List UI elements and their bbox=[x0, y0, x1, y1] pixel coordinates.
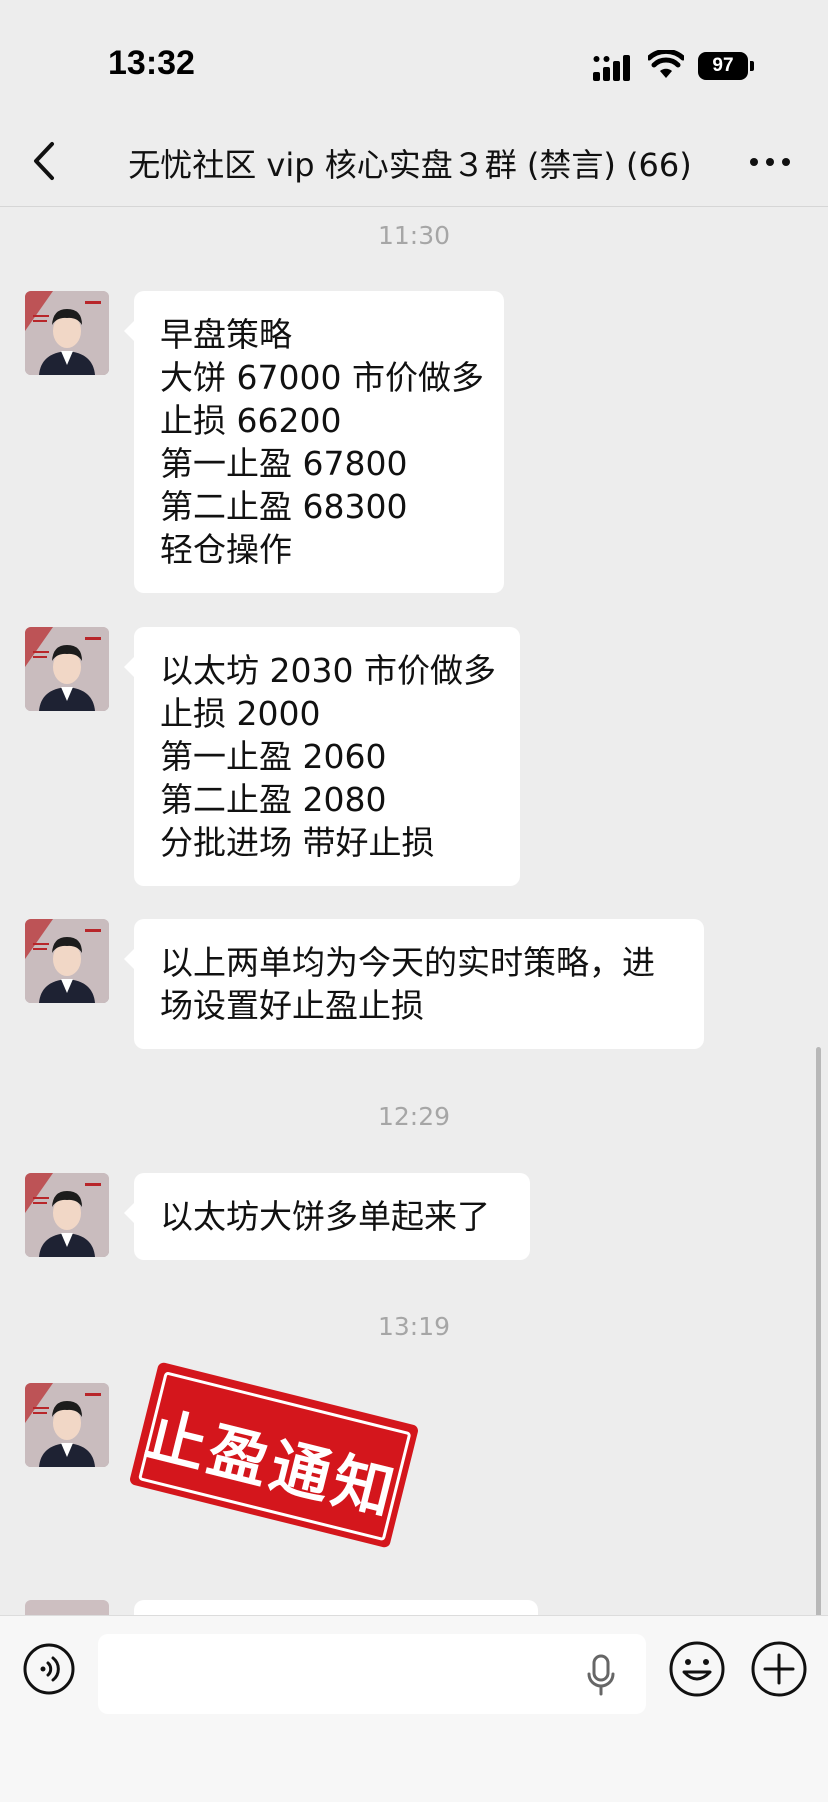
message-line: 第二止盈 68300 bbox=[160, 487, 408, 526]
avatar[interactable] bbox=[25, 1383, 109, 1467]
chat-title: 无忧社区 vip 核心实盘３群 (禁言) (66) bbox=[128, 146, 692, 184]
message-line: 以上两单均为今天的实时策略，进 bbox=[160, 943, 655, 982]
avatar-portrait-icon bbox=[25, 919, 109, 1003]
avatar-portrait-icon bbox=[25, 291, 109, 375]
avatar-portrait-icon bbox=[25, 1173, 109, 1257]
battery-indicator: 97 bbox=[698, 52, 754, 80]
message-line: 第一止盈 2060 bbox=[160, 737, 387, 776]
message-bubble[interactable]: 早盘策略 大饼 67000 市价做多 止损 66200 第一止盈 67800 第… bbox=[124, 291, 504, 593]
message-line: 止损 66200 bbox=[160, 401, 342, 440]
message-line: 第二止盈 2080 bbox=[160, 780, 387, 819]
timestamp: 12:29 bbox=[377, 1102, 451, 1131]
message-input[interactable] bbox=[98, 1634, 646, 1714]
message-line: 第一止盈 67800 bbox=[160, 444, 408, 483]
timestamp: 11:30 bbox=[377, 221, 451, 250]
nav-bar: 无忧社区 vip 核心实盘３群 (禁言) (66) bbox=[0, 120, 828, 207]
status-time: 13:32 bbox=[108, 44, 195, 82]
status-bar: 13:32 97 bbox=[0, 0, 828, 120]
message-bubble[interactable] bbox=[134, 1600, 538, 1615]
avatar[interactable] bbox=[25, 1173, 109, 1257]
cellular-signal-icon bbox=[593, 55, 630, 81]
message-line: 分批进场 带好止损 bbox=[160, 823, 435, 862]
avatar[interactable] bbox=[25, 1600, 109, 1615]
microphone-icon[interactable] bbox=[584, 1654, 618, 1696]
message-bubble[interactable]: 以上两单均为今天的实时策略，进 场设置好止盈止损 bbox=[124, 919, 704, 1049]
battery-cap bbox=[750, 61, 754, 71]
wifi-icon bbox=[648, 50, 684, 78]
plus-icon[interactable] bbox=[750, 1640, 808, 1698]
message-line: 大饼 67000 市价做多 bbox=[160, 358, 484, 397]
message-line: 以太坊 2030 市价做多 bbox=[160, 651, 496, 690]
timestamp: 13:19 bbox=[377, 1312, 451, 1341]
back-button[interactable] bbox=[26, 138, 66, 184]
message-bubble[interactable]: 以太坊大饼多单起来了 bbox=[124, 1173, 530, 1260]
chat-area[interactable]: 11:30 早盘策略 大饼 67000 市价做多 止损 66200 第一止盈 6… bbox=[0, 207, 828, 1615]
more-dots-icon[interactable] bbox=[748, 140, 792, 184]
message-line: 止损 2000 bbox=[160, 694, 321, 733]
avatar-portrait-icon bbox=[25, 627, 109, 711]
message-line: 场设置好止盈止损 bbox=[160, 986, 424, 1025]
sticker-message[interactable]: 止盈通知 bbox=[128, 1361, 420, 1549]
emoji-icon[interactable] bbox=[668, 1640, 726, 1698]
voice-mode-icon[interactable] bbox=[22, 1642, 76, 1696]
avatar-portrait-icon bbox=[25, 1383, 109, 1467]
message-line: 轻仓操作 bbox=[160, 530, 292, 569]
scrollbar[interactable] bbox=[816, 1047, 821, 1615]
avatar[interactable] bbox=[25, 627, 109, 711]
avatar[interactable] bbox=[25, 291, 109, 375]
message-bubble[interactable]: 以太坊 2030 市价做多 止损 2000 第一止盈 2060 第二止盈 208… bbox=[124, 627, 520, 886]
message-line: 早盘策略 bbox=[160, 315, 292, 354]
battery-level: 97 bbox=[698, 52, 748, 80]
avatar[interactable] bbox=[25, 919, 109, 1003]
message-line: 以太坊大饼多单起来了 bbox=[160, 1197, 490, 1236]
input-bar bbox=[0, 1615, 828, 1802]
